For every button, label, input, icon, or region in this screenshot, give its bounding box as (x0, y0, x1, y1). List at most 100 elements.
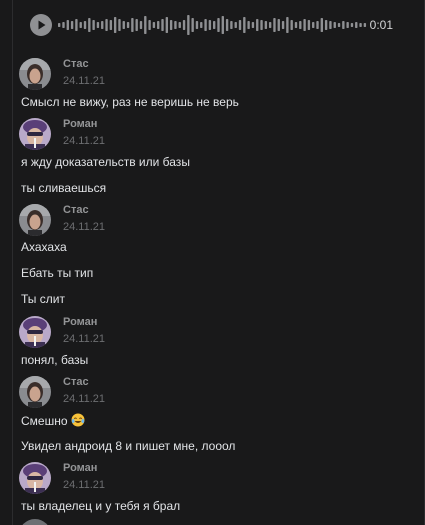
waveform-bar (217, 18, 220, 32)
waveform-bar (101, 21, 104, 29)
message-text-content: Смешно (21, 414, 68, 428)
waveform-bar (268, 22, 272, 28)
waveform-bar (346, 22, 349, 28)
waveform-bar (204, 19, 207, 31)
waveform-bar (277, 19, 280, 31)
waveform-bar (208, 20, 212, 30)
left-divider (12, 0, 13, 525)
author-name[interactable]: Роман (63, 316, 97, 328)
waveform-bar (182, 20, 186, 30)
play-button[interactable] (30, 14, 52, 36)
author-name[interactable]: Роман (63, 462, 97, 474)
avatar (19, 519, 51, 525)
waveform-bar (230, 21, 233, 29)
waveform-bar (144, 16, 147, 34)
waveform-bar (355, 22, 358, 28)
message-text: Увидел андроид 8 и пишет мне, лооол (21, 439, 236, 453)
waveform-bar (303, 19, 306, 31)
waveform-bar (363, 23, 367, 27)
waveform-bar (105, 19, 108, 31)
waveform-bar (316, 21, 319, 29)
play-icon (38, 20, 46, 30)
author-name[interactable]: Стас (63, 204, 89, 216)
waveform-bar (88, 18, 91, 32)
waveform-bar (256, 19, 259, 31)
waveform-bar (350, 23, 354, 27)
user-photo-icon (19, 204, 51, 236)
author-name[interactable]: Стас (63, 376, 89, 388)
waveform-bar (225, 19, 229, 31)
tears-of-joy-emoji-icon (71, 413, 85, 427)
waveform-bar (281, 21, 285, 29)
waveform-bar (135, 19, 138, 31)
message-text: Ахахаха (21, 240, 67, 254)
message-date: 24.11.21 (63, 333, 106, 345)
waveform-bar (307, 20, 311, 30)
avatar[interactable] (19, 118, 51, 150)
message-text: понял, базы (21, 353, 89, 367)
waveform-bar (70, 21, 74, 29)
message-text: ты владелец и у тебя я брал (21, 499, 181, 513)
waveform-bar (221, 16, 224, 34)
waveform-bar (320, 18, 324, 32)
waveform-bar (118, 19, 121, 31)
avatar[interactable] (19, 462, 51, 494)
message-text: Ты слит (21, 292, 65, 306)
avatar[interactable] (19, 204, 51, 236)
waveform-bar (329, 21, 332, 29)
avatar[interactable] (19, 376, 51, 408)
message-text: Ебать ты тип (21, 266, 94, 280)
voice-message-player: 0:01 (28, 12, 408, 40)
waveform-bar (126, 22, 130, 28)
waveform-bar (238, 20, 242, 30)
user-photo-icon (19, 316, 51, 348)
waveform-bar (58, 23, 61, 27)
waveform-bar (169, 20, 173, 30)
waveform-bar (83, 21, 87, 29)
waveform-bar (191, 18, 194, 32)
waveform-bar (247, 21, 250, 29)
waveform-bar (195, 21, 199, 29)
waveform-bar (75, 19, 78, 31)
avatar[interactable] (19, 58, 51, 90)
waveform-bar (324, 20, 328, 30)
user-photo-icon (19, 58, 51, 90)
waveform-bar (260, 20, 263, 30)
author-name[interactable]: Стас (63, 58, 89, 70)
waveform-bar (213, 21, 216, 29)
avatar[interactable] (19, 316, 51, 348)
message-date: 24.11.21 (63, 479, 106, 491)
waveform-bar (152, 22, 156, 28)
waveform-bar (264, 21, 268, 29)
waveform-bar (79, 22, 82, 28)
waveform-bar (234, 22, 237, 28)
message-text: ты сливаешься (21, 181, 107, 195)
waveform-bar (251, 22, 255, 28)
author-name[interactable]: Роман (63, 118, 97, 130)
waveform-bar (92, 20, 95, 30)
waveform-bar (113, 17, 117, 33)
waveform-bar (312, 22, 315, 28)
waveform-bar (96, 22, 100, 28)
waveform-bar (273, 18, 276, 32)
message-date: 24.11.21 (63, 135, 106, 147)
waveform-bar (148, 20, 151, 30)
waveform-bar (243, 17, 246, 33)
message-text: Смысл не вижу, раз не веришь не верь (21, 95, 239, 109)
waveform-bar (109, 20, 113, 30)
waveform-bar (66, 20, 69, 30)
waveform[interactable] (58, 14, 368, 36)
waveform-bar (359, 23, 362, 27)
waveform-bar (139, 21, 143, 29)
message-date: 24.11.21 (63, 393, 106, 405)
waveform-bar (286, 17, 289, 33)
user-photo-icon (19, 462, 51, 494)
waveform-bar (337, 23, 341, 27)
audio-duration: 0:01 (369, 18, 393, 32)
waveform-bar (342, 21, 345, 29)
waveform-bar (299, 21, 302, 29)
waveform-bar (122, 21, 125, 29)
next-avatar-peek (19, 519, 51, 525)
waveform-bar (165, 17, 169, 33)
message-text: Смешно (21, 413, 85, 428)
